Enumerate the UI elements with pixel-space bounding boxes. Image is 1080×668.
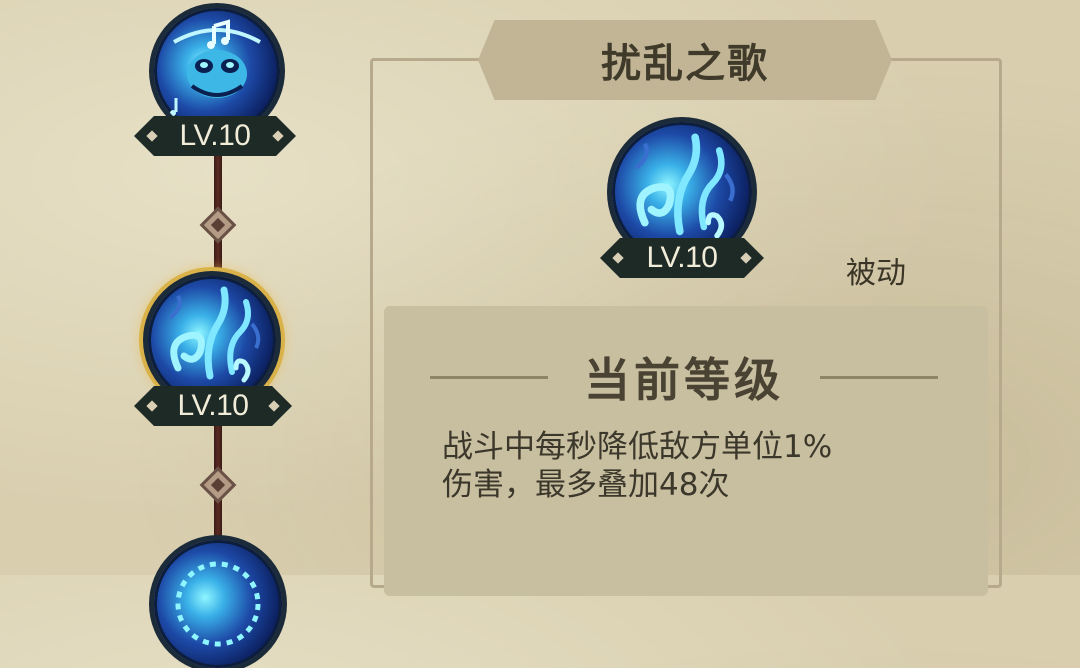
skill-title-ribbon: 扰乱之歌 <box>478 20 892 100</box>
skill-title: 扰乱之歌 <box>601 41 769 87</box>
divider <box>430 375 548 379</box>
tree-joint-icon <box>199 206 237 244</box>
section-title: 当前等级 <box>584 353 784 407</box>
skill-type-label: 被动 <box>846 256 906 291</box>
divider <box>820 375 938 379</box>
skill-screen: LV.10 LV.10 扰乱之歌 LV.10 被动 当前等级 战斗中每秒降低敌方… <box>0 0 1080 668</box>
tree-joint-icon <box>199 466 237 504</box>
skill-description: 战斗中每秒降低敌方单位1% 伤害，最多叠加48次 <box>442 428 922 504</box>
level-badge: LV.10 <box>134 116 296 156</box>
frog-music-icon <box>154 8 280 134</box>
water-swirl-icon <box>148 276 276 404</box>
description-line: 伤害，最多叠加48次 <box>442 467 730 503</box>
ribbon-line-right <box>900 58 958 61</box>
current-level-header: 当前等级 <box>430 342 938 412</box>
ribbon-line-left <box>420 58 478 61</box>
level-badge: LV.10 <box>600 238 764 278</box>
description-line: 战斗中每秒降低敌方单位1% <box>442 429 833 465</box>
spiky-orb-icon <box>154 540 282 668</box>
level-badge: LV.10 <box>134 386 292 426</box>
